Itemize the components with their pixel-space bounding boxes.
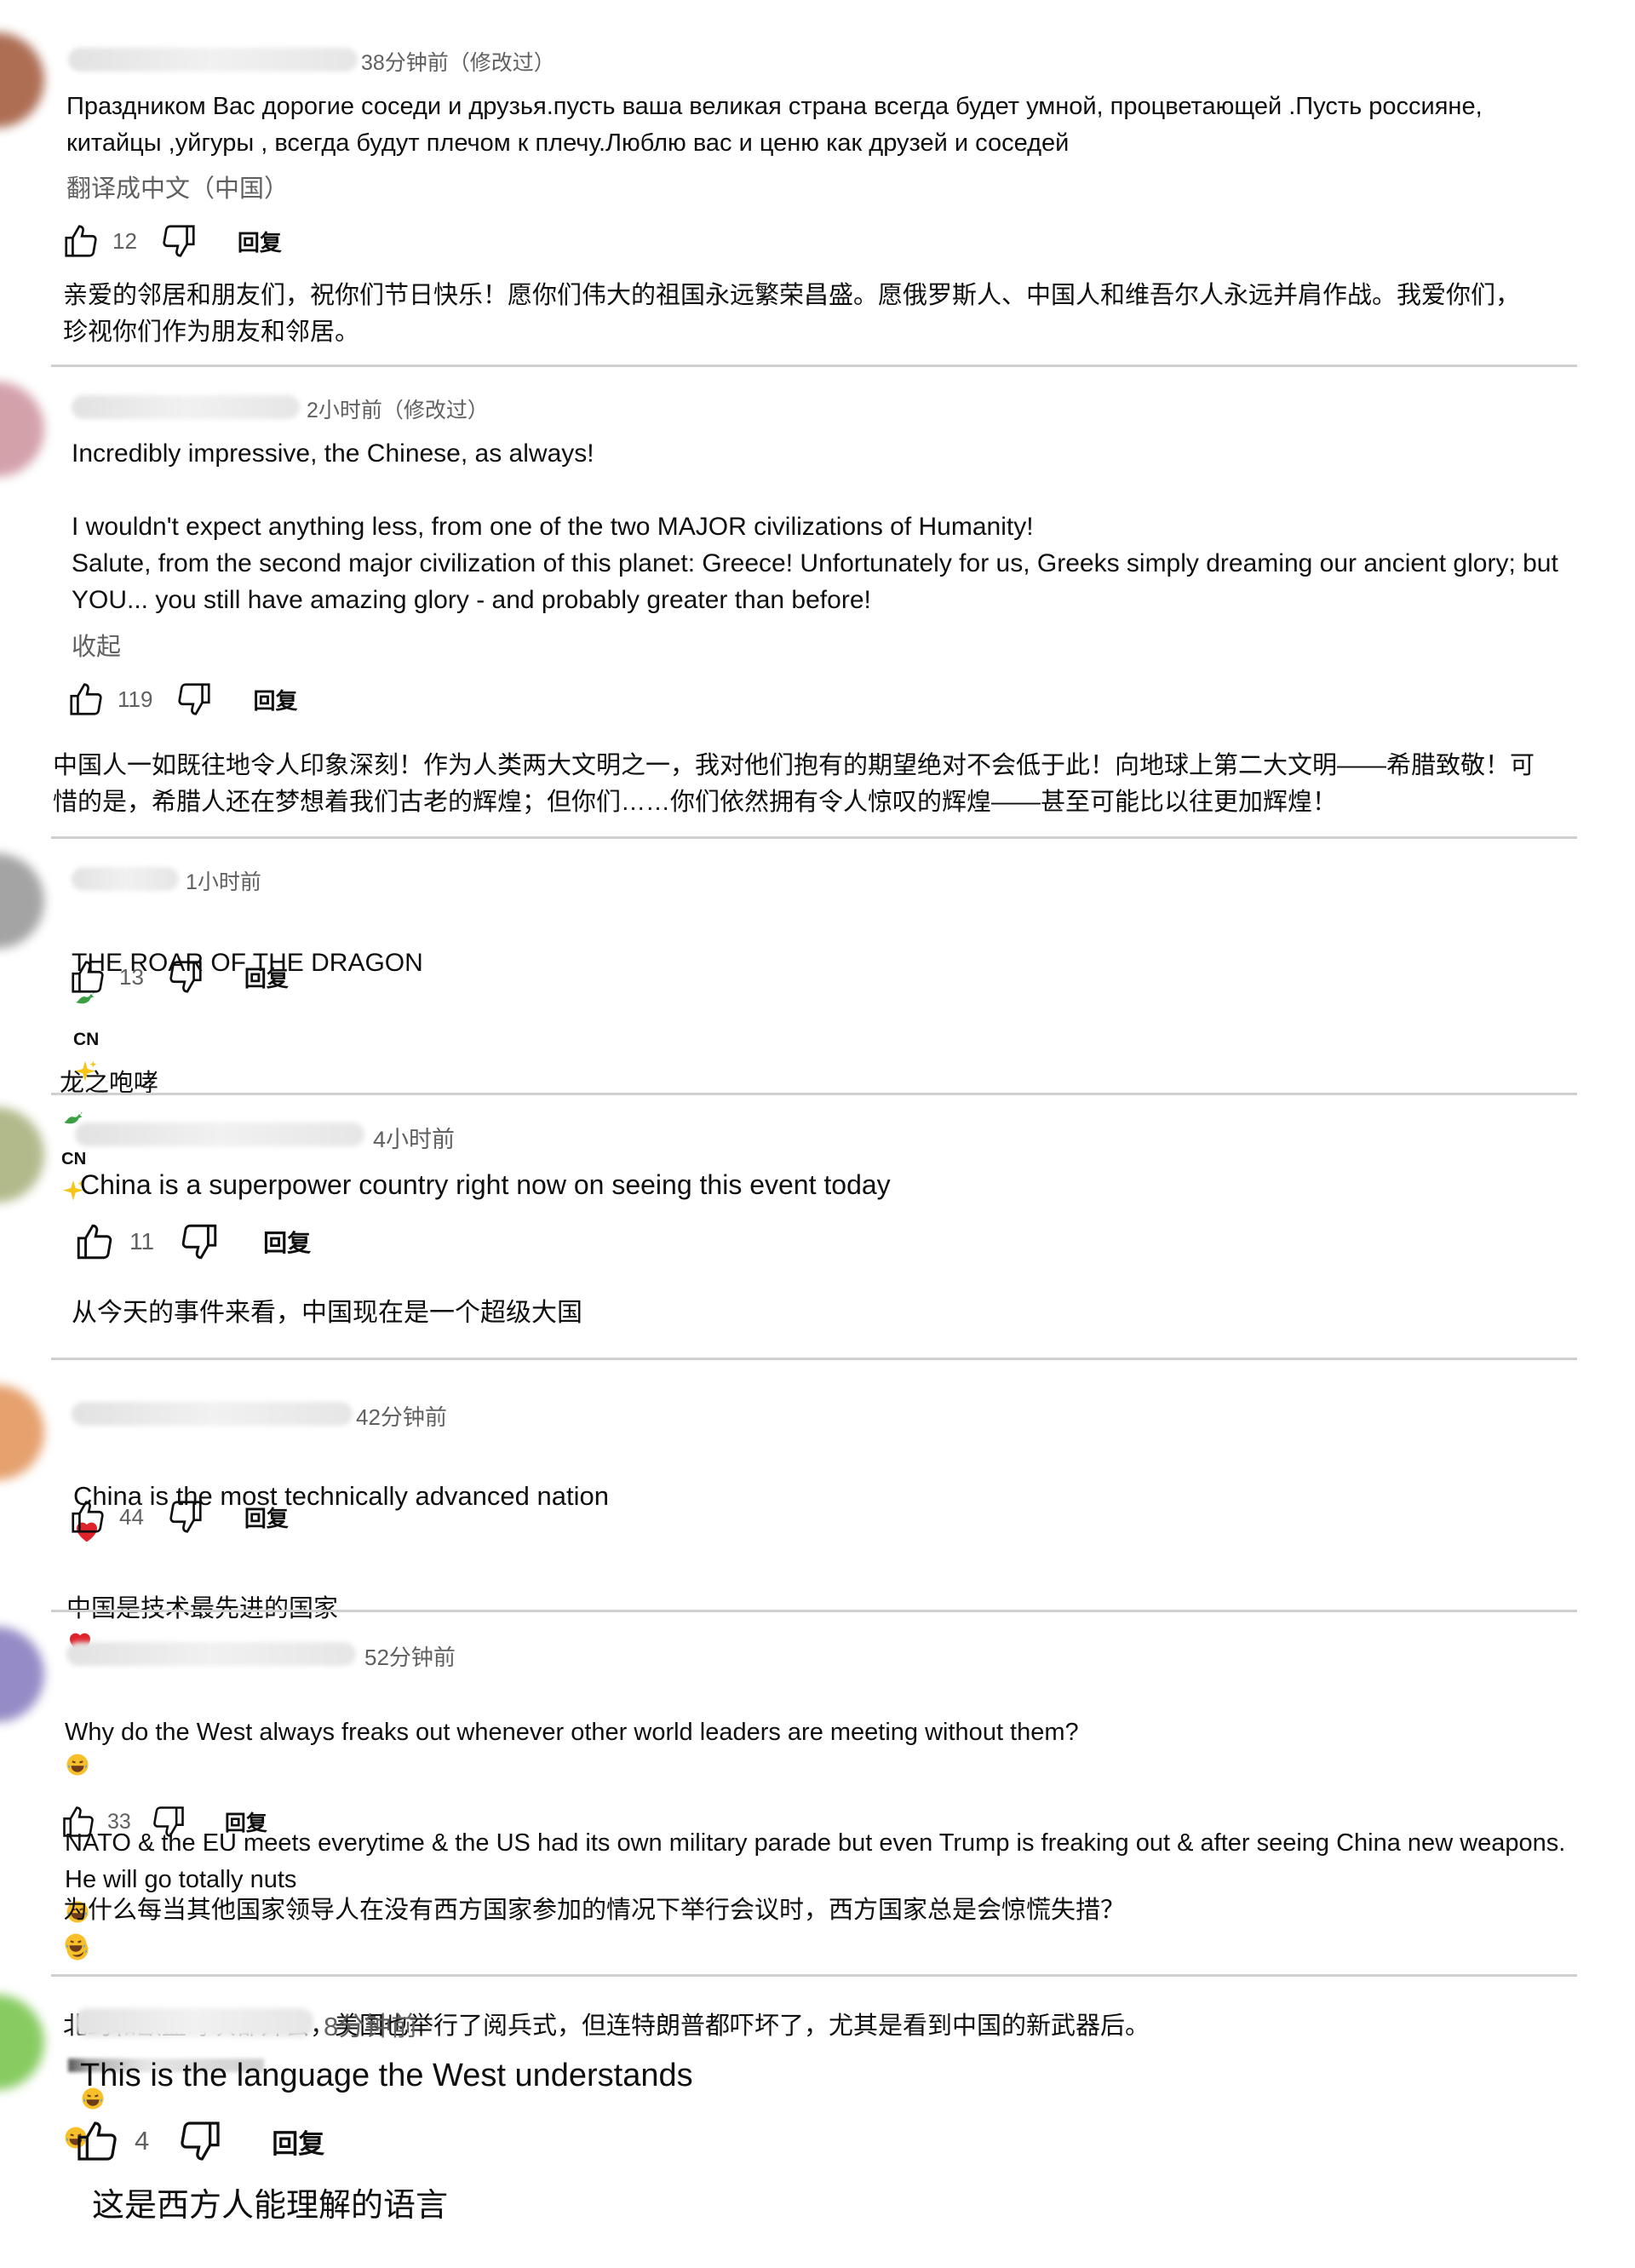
reply-button[interactable]: 回复	[272, 2122, 324, 2161]
translation-text: 中国人一如既往地令人印象深刻！作为人类两大文明之一，我对他们抱有的期望绝对不会低…	[53, 752, 1535, 816]
reply-button[interactable]: 回复	[238, 226, 282, 257]
username-redacted[interactable]	[72, 1402, 353, 1426]
like-count: 44	[119, 1503, 144, 1530]
comment-text: China is a superpower country right now …	[80, 1169, 891, 1200]
translation-text: 这是西方人能理解的语言	[92, 2188, 449, 2224]
reply-button[interactable]: 回复	[244, 962, 289, 993]
comment-time: 52分钟前	[364, 1645, 456, 1670]
divider	[51, 365, 1577, 367]
like-count: 119	[118, 686, 153, 712]
comment-text: Праздником Вас дорогие соседи и друзья.п…	[66, 93, 1483, 157]
comment-actions: 119 回复	[66, 680, 297, 719]
laughing-emoji-icon	[65, 1752, 90, 1789]
like-icon[interactable]	[68, 957, 107, 996]
comment-actions: 4 回复	[73, 2117, 324, 2165]
comment-time: 38分钟前（修改过）	[361, 51, 555, 75]
like-icon[interactable]	[66, 680, 106, 719]
reply-button[interactable]: 回复	[263, 1225, 311, 1259]
comment-actions: 33 回复	[60, 1803, 267, 1840]
divider	[51, 836, 1577, 839]
like-icon[interactable]	[61, 221, 100, 261]
divider	[51, 1610, 1577, 1612]
avatar[interactable]	[0, 1107, 44, 1203]
username-redacted[interactable]	[72, 395, 300, 419]
like-count: 4	[135, 2126, 150, 2156]
dislike-icon[interactable]	[150, 1803, 187, 1840]
translation-text: 从今天的事件来看，中国现在是一个超级大国	[72, 1299, 582, 1327]
comment-time: 2小时前（修改过）	[307, 399, 489, 422]
username-redacted[interactable]	[75, 2008, 313, 2037]
comment-actions: 12 回复	[61, 221, 282, 261]
dislike-icon[interactable]	[175, 680, 214, 719]
avatar[interactable]	[0, 1385, 44, 1480]
like-icon[interactable]	[73, 1220, 116, 1263]
comment-time: 42分钟前	[356, 1404, 447, 1430]
avatar[interactable]	[0, 1627, 44, 1722]
username-redacted[interactable]	[72, 867, 179, 891]
avatar[interactable]	[0, 1995, 44, 2090]
dislike-icon[interactable]	[159, 221, 198, 261]
cn-flag-icon: CN	[61, 1149, 87, 1168]
reply-button[interactable]: 回复	[253, 684, 297, 715]
translate-link[interactable]: 翻译成中文（中国）	[66, 169, 289, 204]
username-redacted[interactable]	[68, 48, 358, 72]
comment-text-line1: Why do the West always freaks out whenev…	[65, 1719, 1079, 1746]
comment-time: 4小时前	[373, 1127, 456, 1152]
comment-actions: 44 回复	[68, 1497, 289, 1536]
dislike-icon[interactable]	[166, 957, 205, 996]
like-icon[interactable]	[60, 1803, 97, 1840]
like-count: 12	[112, 227, 137, 254]
reply-button[interactable]: 回复	[244, 1501, 289, 1533]
divider	[51, 1974, 1577, 1977]
comment-time: 1小时前	[186, 870, 261, 894]
avatar[interactable]	[0, 853, 44, 949]
divider	[51, 1358, 1577, 1360]
comment-text: Incredibly impressive, the Chinese, as a…	[72, 439, 1558, 614]
translation-line1: 为什么每当其他国家领导人在没有西方国家参加的情况下举行会议时，西方国家总是会惊慌…	[63, 1897, 1126, 1924]
username-redacted[interactable]	[66, 1642, 356, 1666]
dislike-icon[interactable]	[166, 1497, 205, 1536]
dislike-icon[interactable]	[176, 2117, 224, 2165]
avatar[interactable]	[0, 32, 44, 128]
comment-actions: 13 回复	[68, 957, 289, 996]
translation-main: 中国是技术最先进的国家	[66, 1595, 339, 1622]
comment-actions: 11 回复	[73, 1220, 311, 1263]
show-less-link[interactable]: 收起	[72, 627, 121, 663]
divider	[51, 1093, 1577, 1095]
laughing-emoji-icon	[63, 1931, 89, 1969]
like-count: 11	[129, 1228, 155, 1255]
translation-text: 亲爱的邻居和朋友们，祝你们节日快乐！愿你们伟大的祖国永远繁荣昌盛。愿俄罗斯人、中…	[63, 282, 1521, 346]
dislike-icon[interactable]	[178, 1220, 221, 1263]
username-redacted[interactable]	[75, 1123, 364, 1146]
comment-text: This is the language the West understand…	[80, 2058, 693, 2093]
like-icon[interactable]	[68, 1497, 107, 1536]
like-count: 13	[119, 963, 144, 990]
like-icon[interactable]	[73, 2117, 121, 2165]
comment-time: 8分钟前	[324, 2012, 418, 2041]
reply-button[interactable]: 回复	[225, 1806, 267, 1837]
like-count: 33	[107, 1809, 131, 1834]
avatar[interactable]	[0, 382, 44, 477]
